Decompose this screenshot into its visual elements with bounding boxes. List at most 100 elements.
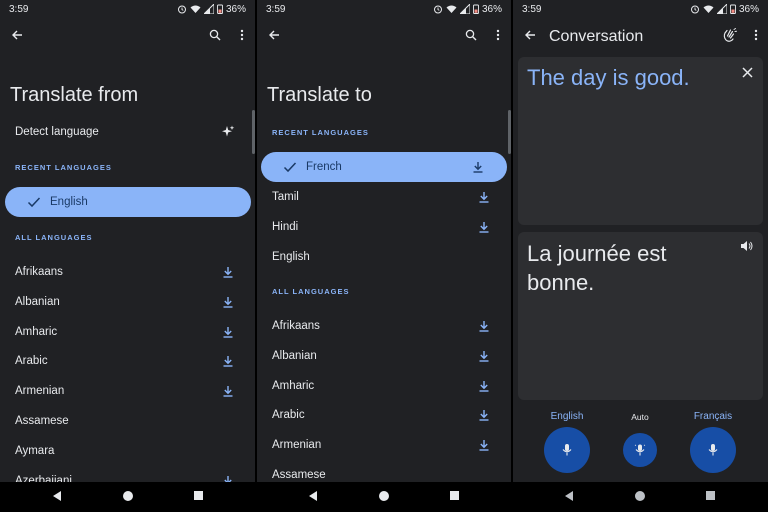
- download-icon[interactable]: [477, 408, 491, 422]
- selected-language-french[interactable]: French: [261, 152, 507, 182]
- language-name: Armenian: [15, 385, 65, 398]
- recents-square-icon[interactable]: [705, 490, 716, 501]
- download-icon[interactable]: [477, 349, 491, 363]
- translated-text-card: La journée est bonne.: [518, 232, 763, 400]
- auto-microphone-icon: [634, 444, 646, 456]
- language-name: Albanian: [272, 349, 317, 362]
- language-list-item[interactable]: Amharic: [257, 371, 511, 401]
- language-list-item[interactable]: Amharic: [0, 317, 255, 347]
- alarm-icon: [690, 5, 699, 14]
- back-triangle-icon[interactable]: [308, 490, 318, 502]
- recent-languages-header: RECENT LANGUAGES: [15, 163, 112, 172]
- recents-square-icon[interactable]: [193, 490, 204, 501]
- mic-auto-button[interactable]: [623, 433, 657, 467]
- language-list-item[interactable]: Afrikaans: [0, 257, 255, 287]
- language-name: Afrikaans: [272, 320, 320, 332]
- microphone-icon: [708, 444, 718, 456]
- sparkle-icon: [222, 125, 235, 137]
- language-list-item[interactable]: Arabic: [0, 346, 255, 376]
- recents-square-icon[interactable]: [449, 490, 460, 501]
- language-list-item[interactable]: Albanian: [0, 287, 255, 317]
- download-icon[interactable]: [221, 265, 235, 279]
- download-icon[interactable]: [221, 384, 235, 398]
- alarm-icon: [177, 5, 186, 14]
- language-name: Aymara: [15, 444, 55, 457]
- home-circle-icon[interactable]: [634, 490, 646, 502]
- language-name: Tamil: [272, 191, 299, 203]
- selected-language-english[interactable]: English: [5, 187, 251, 217]
- more-options-icon[interactable]: [490, 27, 506, 43]
- download-icon[interactable]: [477, 220, 491, 234]
- signal-icon: [716, 4, 727, 14]
- close-icon[interactable]: [742, 67, 753, 78]
- hand-wave-icon[interactable]: [720, 26, 738, 44]
- language-list-item[interactable]: Azerbaijani: [0, 466, 255, 482]
- language-list-item[interactable]: Armenian: [257, 430, 511, 460]
- battery-percent: 36%: [225, 3, 246, 15]
- language-name: Amharic: [272, 379, 315, 392]
- download-icon[interactable]: [471, 160, 485, 174]
- status-time: 3:59: [266, 3, 286, 15]
- download-icon[interactable]: [221, 325, 235, 339]
- status-time: 3:59: [9, 3, 29, 15]
- download-icon[interactable]: [477, 190, 491, 204]
- more-options-icon[interactable]: [234, 27, 250, 43]
- wifi-icon: [190, 5, 201, 13]
- download-icon[interactable]: [221, 474, 235, 482]
- speaker-icon[interactable]: [740, 240, 753, 252]
- recent-language-item[interactable]: Hindi: [257, 212, 511, 242]
- all-languages-header: ALL LANGUAGES: [272, 287, 350, 296]
- language-name: Afrikaans: [15, 266, 63, 278]
- language-name: Assamese: [15, 415, 69, 427]
- home-circle-icon[interactable]: [122, 490, 134, 502]
- language-list-item[interactable]: Arabic: [257, 400, 511, 430]
- download-icon[interactable]: [221, 354, 235, 368]
- alarm-icon: [433, 5, 442, 14]
- language-name: English: [272, 250, 310, 263]
- back-triangle-icon[interactable]: [52, 490, 62, 502]
- home-circle-icon[interactable]: [378, 490, 390, 502]
- language-list-item[interactable]: Assamese: [257, 460, 511, 482]
- detect-language-label: Detect language: [15, 126, 99, 138]
- download-icon[interactable]: [477, 438, 491, 452]
- download-icon[interactable]: [221, 295, 235, 309]
- page-title: Translate from: [10, 84, 139, 106]
- microphone-icon: [562, 444, 572, 456]
- back-arrow-icon[interactable]: [522, 27, 538, 43]
- recent-language-item[interactable]: English: [257, 242, 511, 272]
- wifi-icon: [703, 5, 714, 13]
- search-icon[interactable]: [207, 27, 223, 43]
- language-list-item[interactable]: Assamese: [0, 406, 255, 436]
- more-options-icon[interactable]: [748, 27, 764, 43]
- back-arrow-icon[interactable]: [266, 27, 282, 43]
- download-icon[interactable]: [477, 379, 491, 393]
- page-title: Translate to: [267, 84, 372, 106]
- battery-icon: [473, 4, 479, 14]
- back-arrow-icon[interactable]: [9, 27, 25, 43]
- status-bar: 3:59 36%: [513, 0, 768, 18]
- check-icon: [283, 162, 297, 173]
- mic-english-button[interactable]: [544, 427, 590, 473]
- recent-languages-header: RECENT LANGUAGES: [272, 128, 369, 137]
- screen-title: Conversation: [549, 28, 644, 45]
- translate-to-screen: 3:59 36% Translate to RECENT LANGUAGES F…: [257, 0, 511, 482]
- detect-language-item[interactable]: Detect language: [0, 117, 255, 147]
- download-icon[interactable]: [477, 319, 491, 333]
- scrollbar[interactable]: [508, 110, 511, 154]
- language-list-item[interactable]: Armenian: [0, 376, 255, 406]
- all-languages-header: ALL LANGUAGES: [15, 233, 93, 242]
- recent-language-item[interactable]: Tamil: [257, 182, 511, 212]
- source-text[interactable]: The day is good.: [527, 65, 690, 91]
- status-bar: 3:59 36%: [0, 0, 255, 18]
- wifi-icon: [446, 5, 457, 13]
- language-name: Armenian: [272, 439, 322, 452]
- language-list-item[interactable]: Afrikaans: [257, 311, 511, 341]
- back-triangle-icon[interactable]: [564, 490, 574, 502]
- source-text-card[interactable]: The day is good.: [518, 57, 763, 225]
- search-icon[interactable]: [463, 27, 479, 43]
- battery-icon: [217, 4, 223, 14]
- mic-french-button[interactable]: [690, 427, 736, 473]
- language-list-item[interactable]: Albanian: [257, 341, 511, 371]
- lang-label-english: English: [550, 411, 584, 422]
- language-list-item[interactable]: Aymara: [0, 436, 255, 466]
